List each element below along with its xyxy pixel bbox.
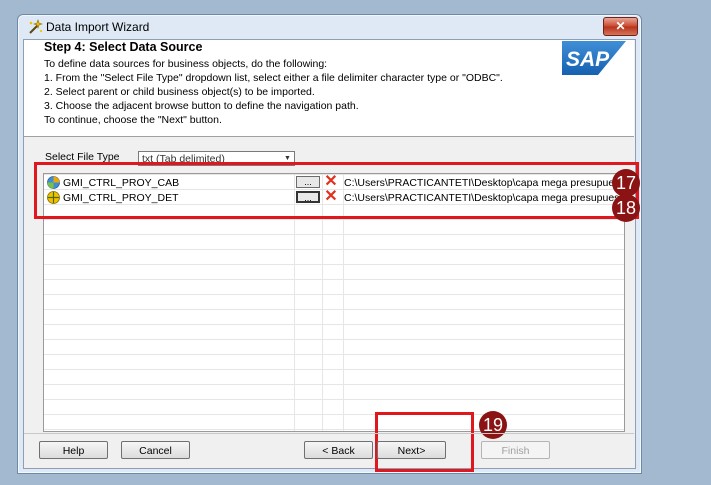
instruction-line: 2. Select parent or child business objec… bbox=[44, 86, 315, 98]
svg-text:SAP: SAP bbox=[566, 48, 610, 71]
close-button[interactable]: ✕ bbox=[603, 17, 638, 36]
instruction-line: To define data sources for business obje… bbox=[44, 58, 328, 70]
sap-logo: SAP bbox=[562, 41, 626, 75]
window-title: Data Import Wizard bbox=[46, 20, 150, 34]
finish-button[interactable]: Finish bbox=[481, 441, 550, 459]
step-title: Step 4: Select Data Source bbox=[44, 40, 203, 54]
highlight-box-rows bbox=[34, 162, 639, 219]
instruction-line: To continue, choose the "Next" button. bbox=[44, 114, 222, 126]
instruction-line: 3. Choose the adjacent browse button to … bbox=[44, 100, 359, 112]
cancel-button[interactable]: Cancel bbox=[121, 441, 190, 459]
callout-badge: 17 bbox=[612, 169, 640, 197]
instruction-line: 1. From the "Select File Type" dropdown … bbox=[44, 72, 503, 84]
back-button[interactable]: < Back bbox=[304, 441, 373, 459]
wizard-app-icon bbox=[27, 19, 43, 35]
footer-divider bbox=[24, 433, 634, 434]
callout-badge: 19 bbox=[479, 411, 507, 439]
help-button[interactable]: Help bbox=[39, 441, 108, 459]
callout-badge: 18 bbox=[612, 194, 640, 222]
next-button[interactable]: Next> bbox=[377, 441, 446, 459]
